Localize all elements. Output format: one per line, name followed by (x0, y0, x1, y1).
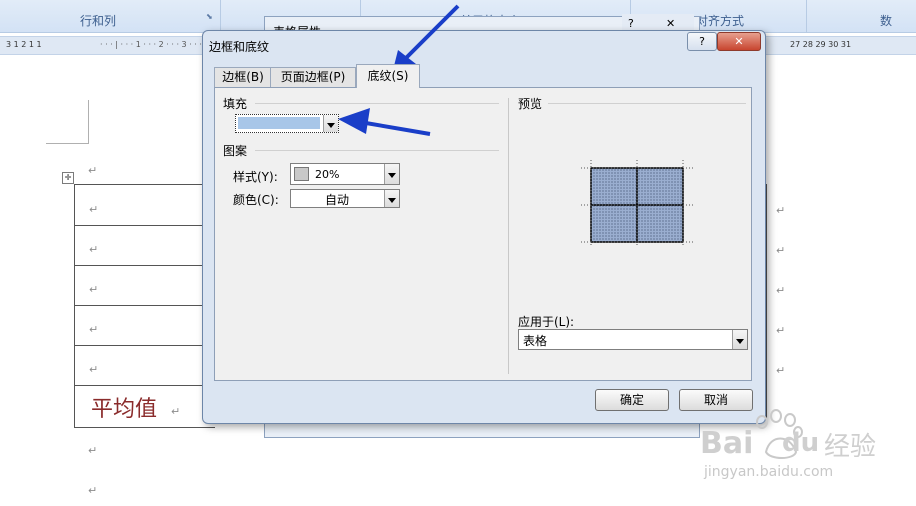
tab-label: 边框(B) (222, 70, 264, 84)
baidu-jingyan-watermark: Bai du 经验 jingyan.baidu.com (700, 406, 910, 486)
color-label: 颜色(C): (233, 193, 279, 207)
ribbon-group-label: 数 (880, 14, 893, 28)
fill-color-picker[interactable] (235, 114, 339, 133)
fill-group-label: 填充 (223, 97, 248, 111)
watermark-brand: Bai (700, 426, 754, 461)
dialog-launcher-icon[interactable]: ⬊ (206, 12, 213, 21)
table-row[interactable]: ↵ (75, 225, 215, 266)
watermark-url: jingyan.baidu.com (704, 464, 834, 480)
button-label: 确定 (619, 393, 644, 407)
table-row[interactable]: ↵ (75, 265, 215, 306)
ribbon-group-label: 对齐方式 (696, 14, 745, 28)
group-divider (255, 150, 499, 151)
page-corner-mark (46, 143, 89, 144)
preview-area (581, 160, 693, 246)
page-corner-mark (88, 100, 89, 144)
ok-button[interactable]: 确定 (595, 389, 669, 411)
help-button[interactable]: ? (687, 32, 717, 51)
ribbon-group-label: 行和列 (80, 14, 117, 28)
chevron-down-icon[interactable] (323, 115, 338, 132)
close-icon: ✕ (734, 35, 744, 48)
ribbon-group-data: 数 (806, 0, 916, 32)
table-row[interactable]: ↵ (75, 305, 215, 346)
table-row[interactable]: 平均值 ↵ (75, 385, 215, 426)
panel-separator (508, 98, 509, 374)
row-end-mark: ↵ (776, 324, 786, 337)
row-end-mark: ↵ (776, 204, 786, 217)
paragraph-mark: ↵ (88, 484, 98, 497)
shading-tab-panel: 填充 图案 样式(Y): 20% 颜色(C): 自动 预览 应用于(L): 表格 (214, 87, 752, 381)
table-right-border (766, 184, 767, 426)
apply-to-dropdown[interactable]: 表格 (518, 329, 748, 350)
tab-borders[interactable]: 边框(B) (214, 67, 272, 87)
tab-page-border[interactable]: 页面边框(P) (270, 67, 356, 87)
apply-to-label: 应用于(L): (518, 315, 575, 329)
row-end-mark: ↵ (776, 244, 786, 257)
tab-shading[interactable]: 底纹(S) (356, 64, 420, 88)
help-icon: ? (699, 35, 705, 48)
preview-table-icon (581, 160, 693, 246)
average-label: 平均值 (91, 397, 158, 422)
ruler-right-numbers: 27 28 29 30 31 (790, 40, 852, 49)
style-dropdown[interactable]: 20% (290, 163, 400, 185)
paragraph-mark: ↵ (88, 164, 98, 177)
document-table[interactable]: ↵ ↵ ↵ ↵ ↵ 平均值 ↵ (74, 184, 215, 428)
ribbon-group-rows-cols: 行和列 ⬊ (0, 0, 221, 32)
ruler-ticks: · · · | · · · 1 · · · 2 · · · 3 · · · 4 (100, 40, 210, 49)
style-value: 20% (315, 168, 340, 181)
chevron-down-icon[interactable] (384, 164, 399, 184)
table-row[interactable]: ↵ (75, 185, 215, 226)
row-end-mark: ↵ (776, 364, 786, 377)
style-swatch (294, 167, 309, 181)
close-button[interactable]: ✕ (717, 32, 761, 51)
group-divider (255, 103, 499, 104)
style-label: 样式(Y): (233, 170, 278, 184)
group-divider (548, 103, 746, 104)
tab-label: 页面边框(P) (280, 70, 346, 84)
color-dropdown[interactable]: 自动 (290, 189, 400, 208)
chevron-down-icon[interactable] (732, 330, 747, 349)
help-icon[interactable]: ? (628, 17, 634, 30)
tab-label: 底纹(S) (367, 69, 409, 83)
fill-color-swatch (238, 117, 320, 129)
apply-to-value: 表格 (523, 334, 548, 348)
watermark-suffix: 经验 (824, 432, 877, 462)
row-end-mark: ↵ (776, 284, 786, 297)
table-row[interactable]: ↵ (75, 345, 215, 386)
ruler-left-numbers: 3 1 2 1 1 (6, 40, 42, 49)
dialog-title: 边框和底纹 (209, 40, 270, 54)
pattern-group-label: 图案 (223, 144, 248, 158)
color-value: 自动 (325, 193, 350, 207)
borders-and-shading-dialog: 边框和底纹 ? ✕ 边框(B) 页面边框(P) 底纹(S) 填充 图案 样式(Y… (202, 30, 766, 424)
table-move-handle-icon[interactable]: ✛ (62, 172, 74, 184)
close-icon[interactable]: ✕ (666, 17, 675, 30)
paragraph-mark: ↵ (88, 444, 98, 457)
preview-label: 预览 (518, 97, 543, 111)
chevron-down-icon[interactable] (384, 190, 399, 207)
watermark-brand-2: du (782, 428, 820, 458)
button-label: 取消 (703, 393, 728, 407)
